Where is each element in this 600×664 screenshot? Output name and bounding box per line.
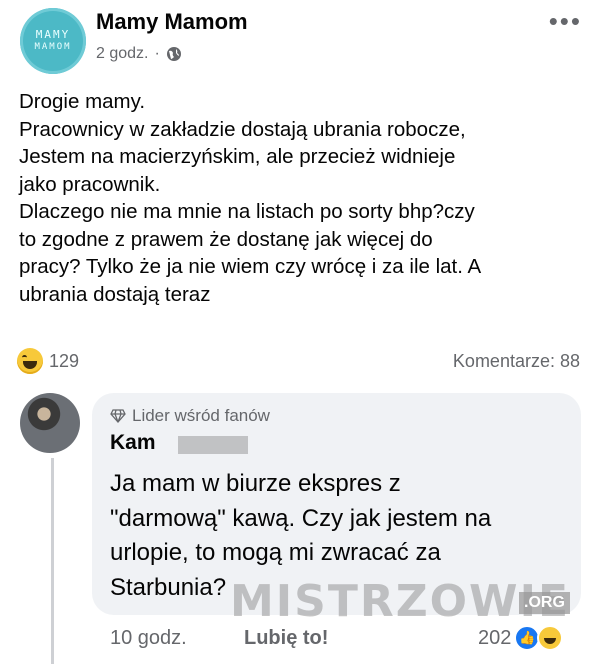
haha-reaction-icon xyxy=(17,348,43,374)
post-text-line: Jestem na macierzyńskim, ale przecież wi… xyxy=(19,145,456,168)
post-text-line: Pracownicy w zakładzie dostają ubrania r… xyxy=(19,117,466,141)
post-text-line: ubrania dostają teraz xyxy=(19,282,211,306)
thread-line xyxy=(51,458,54,664)
page-logo-bottom: MAMOM xyxy=(34,42,72,52)
post-text-line: pracy? Tylko że ja nie wiem czy wrócę i … xyxy=(19,255,482,278)
post-text-line: to zgodne z prawem że dostanę jak więcej… xyxy=(19,227,433,251)
page-logo-top: MAMY xyxy=(35,28,71,41)
meta-separator: · xyxy=(154,45,160,62)
haha-reaction-icon xyxy=(537,625,564,651)
comment-text-line: urlopie, to mogą mi zwracać za xyxy=(110,539,441,566)
redacted-name xyxy=(178,436,248,454)
more-options-icon[interactable]: ••• xyxy=(549,6,582,37)
post-reaction-count: 129 xyxy=(49,350,80,371)
post-text: Drogie mamy. Pracownicy w zakładzie dost… xyxy=(19,88,589,308)
post-text-line: Dlaczego nie ma mnie na listach po sorty… xyxy=(19,200,475,223)
post-text-line: Drogie mamy. xyxy=(19,90,146,113)
watermark-suffix: .ORG xyxy=(519,592,570,614)
page-name[interactable]: Mamy Mamom xyxy=(96,9,248,35)
fan-badge-label: Lider wśród fanów xyxy=(132,406,270,425)
comment-time[interactable]: 10 godz. xyxy=(110,627,187,650)
globe-icon xyxy=(166,47,181,61)
fan-badge: Lider wśród fanów xyxy=(110,406,270,426)
comment-text-line: "darmową" kawą. Czy jak jestem na xyxy=(110,504,492,532)
page-avatar[interactable]: MAMY MAMOM xyxy=(20,8,86,74)
comment-text-line: Ja mam w biurze ekspres z xyxy=(110,470,401,497)
post-reactions[interactable]: 129 xyxy=(17,348,79,374)
commenter-avatar[interactable] xyxy=(20,393,80,453)
post-time[interactable]: 2 godz. xyxy=(96,45,148,63)
post-text-line: jako pracownik. xyxy=(19,172,161,196)
comment-reactions[interactable]: 202 👍 xyxy=(478,625,564,651)
comment-author[interactable]: Kam xyxy=(110,431,156,455)
comment-reaction-count: 202 xyxy=(478,626,512,649)
diamond-icon xyxy=(110,409,126,423)
post-meta: 2 godz. · xyxy=(96,45,182,63)
comments-count[interactable]: Komentarze: 88 xyxy=(453,351,580,372)
like-button[interactable]: Lubię to! xyxy=(244,627,328,650)
